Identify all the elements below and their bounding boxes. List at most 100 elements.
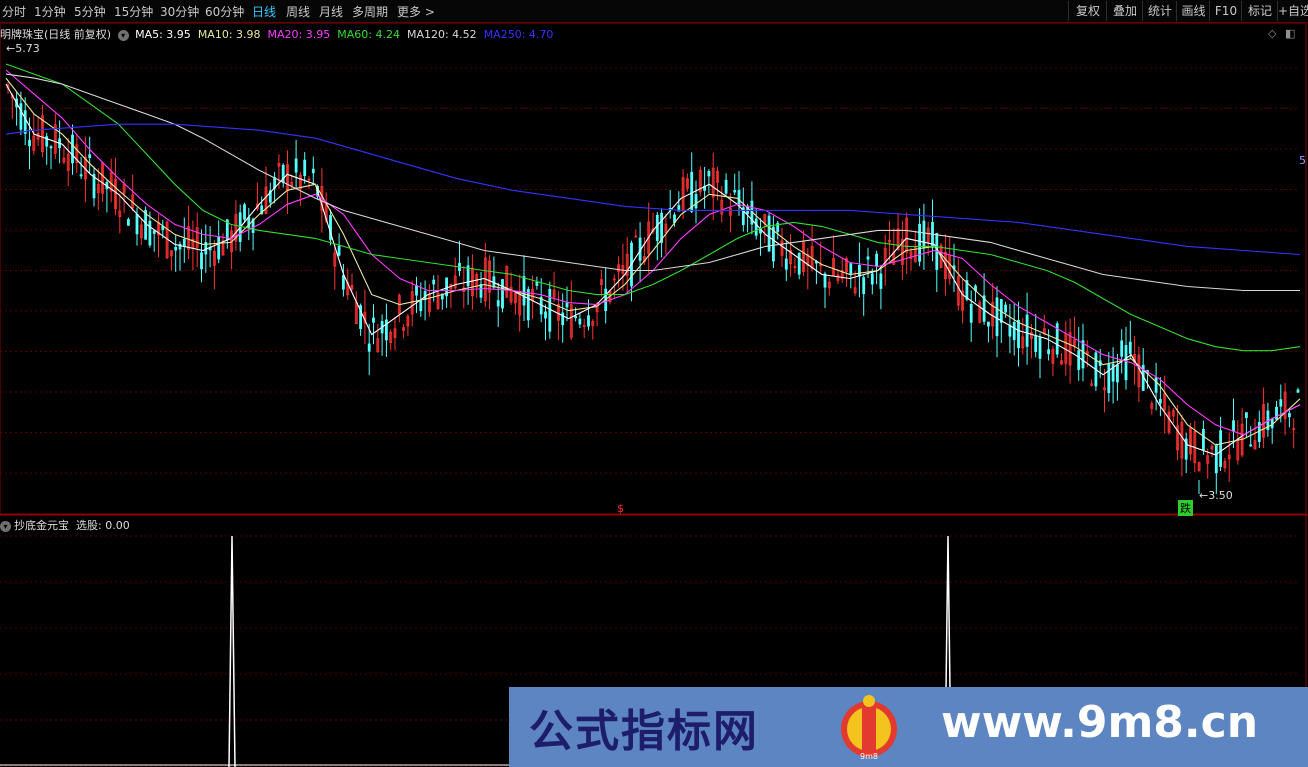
signal-spike (228, 535, 236, 767)
candle-down (174, 246, 178, 251)
diamond-icon[interactable]: ◇ (1268, 27, 1276, 40)
candle-down (501, 279, 504, 309)
candle-down (578, 318, 582, 325)
candle-down (522, 276, 526, 306)
ma10-label: MA10: 3.98 (197, 28, 261, 41)
candle-down (1124, 345, 1128, 381)
candle-down (737, 189, 741, 207)
candle-down (733, 190, 737, 193)
candle-down (544, 311, 547, 319)
ma60-label: MA60: 4.24 (337, 28, 400, 41)
candle-down (1159, 399, 1162, 404)
candle-down (987, 321, 990, 327)
high-price-value: 5.73 (15, 42, 40, 55)
candle-down (690, 171, 694, 212)
candle-down (19, 103, 23, 130)
candle-down (1034, 335, 1038, 353)
candle-down (922, 220, 926, 249)
candle-down (879, 273, 883, 289)
candle-down (1120, 340, 1124, 357)
panel-toggle-icon[interactable]: ◧ (1285, 27, 1295, 40)
candle-down (1017, 319, 1020, 349)
candle-down (849, 263, 853, 275)
candle-down (1219, 430, 1222, 467)
coin-logo-icon: 9m8 (841, 695, 897, 761)
candle-down (1214, 444, 1218, 474)
candle-down (88, 154, 92, 159)
candle-down (135, 213, 139, 235)
candle-down (384, 319, 388, 341)
candle-down (565, 302, 569, 308)
candle-down (1288, 413, 1291, 418)
watermark-banner: 公式指标网 9m8 www.9m8.cn (509, 687, 1308, 767)
indicator-value: 选股: 0.00 (76, 519, 130, 532)
candle-down (772, 226, 775, 262)
candle-down (1008, 324, 1012, 337)
candle-down (724, 179, 728, 194)
candle-down (866, 256, 870, 260)
candle-down (200, 252, 203, 270)
candle-down (217, 236, 221, 260)
candle-down (148, 220, 152, 246)
candle-down (1232, 420, 1235, 432)
candle-down (182, 238, 186, 247)
candle-down (655, 214, 659, 241)
candle-down (415, 285, 418, 296)
candle-down (303, 159, 307, 177)
stock-title: 明牌珠宝(日线 前复权) (0, 28, 112, 41)
high-price-label: ←5.73 (6, 42, 40, 55)
candle-down (1128, 341, 1132, 354)
ma250-label: MA250: 4.70 (483, 28, 554, 41)
ma20-label: MA20: 3.95 (267, 28, 331, 41)
candle-down (754, 218, 758, 236)
candle-down (49, 146, 53, 149)
kline-chart[interactable] (0, 0, 1308, 767)
indicator-title: 抄底金元宝 (14, 519, 69, 532)
ma5-line (5, 83, 1301, 456)
candle-down (243, 204, 246, 220)
candle-down (995, 297, 999, 337)
candle-down (1202, 428, 1205, 451)
candle-down (432, 279, 436, 285)
candle-down (419, 300, 423, 312)
candle-down (1296, 389, 1300, 393)
candle-down (1249, 444, 1253, 447)
candle-down (479, 284, 483, 298)
ma5-label: MA5: 3.95 (135, 28, 191, 41)
candle-down (548, 288, 552, 332)
candle-down (1077, 350, 1081, 370)
candle-down (1116, 364, 1119, 383)
candle-down (858, 264, 861, 277)
candle-down (694, 194, 698, 209)
chevron-down-icon[interactable]: ▾ (0, 520, 11, 532)
candle-down (372, 317, 375, 323)
sub-legend: ▾ 抄底金元宝 选股: 0.00 (0, 517, 130, 533)
candle-down (337, 245, 341, 256)
candle-down (784, 258, 788, 270)
candle-down (1047, 349, 1050, 355)
candle-down (535, 281, 539, 286)
candle-down (294, 158, 298, 173)
candle-down (862, 277, 866, 295)
candle-down (797, 252, 801, 275)
candle-down (79, 174, 83, 177)
candle-down (870, 273, 874, 285)
candle-down (1025, 314, 1029, 347)
candle-down (144, 210, 148, 240)
chevron-down-icon[interactable]: ▾ (117, 29, 129, 41)
signal-label: 跌 (1178, 500, 1193, 516)
candle-down (71, 134, 74, 164)
candle-down (28, 139, 31, 147)
candle-down (1275, 406, 1278, 420)
candle-down (918, 223, 921, 262)
candle-down (1107, 362, 1111, 393)
candle-down (367, 343, 371, 352)
candle-down (127, 219, 130, 226)
candle-down (823, 273, 827, 288)
candle-down (969, 303, 973, 323)
ma120-label: MA120: 4.52 (406, 28, 477, 41)
low-price-label: ←3.50 (1199, 489, 1233, 502)
right-edge-label: 5 (1299, 154, 1306, 167)
candle-down (152, 230, 156, 234)
watermark-text: 公式指标网 (529, 706, 759, 757)
